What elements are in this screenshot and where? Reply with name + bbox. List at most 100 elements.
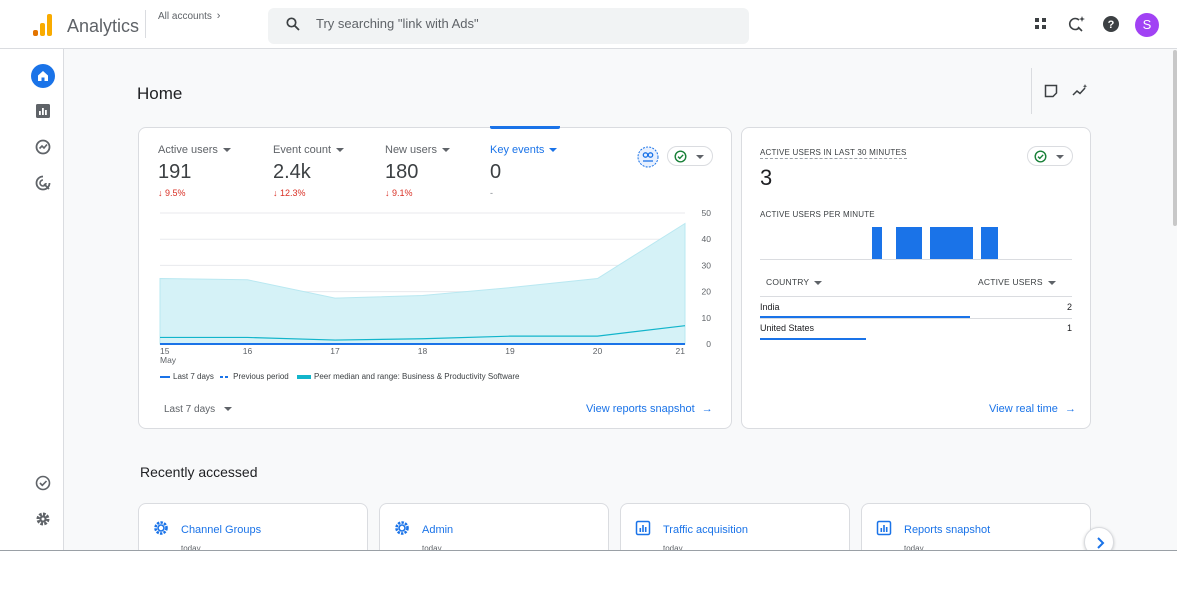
recent-item-admin[interactable]: Admin today xyxy=(379,503,609,551)
per-minute-bar[interactable] xyxy=(981,227,998,259)
view-reports-snapshot-link[interactable]: View reports snapshot → xyxy=(586,403,713,415)
view-real-time-link[interactable]: View real time → xyxy=(989,403,1076,415)
x-tick-label: 16 xyxy=(243,346,253,356)
metric-delta: ↓ 9.1% xyxy=(385,188,413,198)
recent-item-when: today xyxy=(181,544,201,551)
metric-active-users[interactable]: Active users 191 ↓ 9.5% xyxy=(158,144,231,198)
metric-label: Active users xyxy=(158,144,218,156)
caret-down-icon xyxy=(696,155,704,159)
column-country[interactable]: COUNTRY xyxy=(766,277,823,287)
check-circle-icon xyxy=(1034,150,1047,163)
per-minute-baseline xyxy=(760,259,1072,260)
real-time-link-label: View real time xyxy=(989,403,1058,415)
x-tick-label: 18 xyxy=(418,346,428,356)
search-input[interactable]: Try searching "link with Ads" xyxy=(316,16,479,31)
recent-item-name: Channel Groups xyxy=(181,524,262,536)
avatar[interactable]: S xyxy=(1135,13,1159,37)
arrow-right-icon: → xyxy=(1064,403,1076,415)
caret-down-icon xyxy=(336,148,345,153)
legend-swatch-band xyxy=(296,374,311,379)
metric-value: 191 xyxy=(158,161,192,183)
metric-value: 0 xyxy=(490,161,502,183)
search-icon xyxy=(286,17,300,31)
analytics-app: Analytics All accounts › Try searching "… xyxy=(0,0,1177,551)
page-scrollbar[interactable] xyxy=(1173,50,1177,226)
recent-item-traffic-acquisition[interactable]: Traffic acquisition today xyxy=(620,503,850,551)
overview-status-dropdown[interactable] xyxy=(667,146,713,166)
x-tick-label: 21 xyxy=(676,346,686,356)
per-minute-bar[interactable] xyxy=(896,227,922,259)
per-minute-bar[interactable] xyxy=(872,227,882,259)
apps-icon[interactable] xyxy=(1032,15,1050,33)
recent-item-reports-snapshot[interactable]: Reports snapshot today xyxy=(861,503,1091,550)
accounts-selector[interactable]: All accounts › xyxy=(158,10,220,22)
header-actions-divider xyxy=(1031,68,1032,114)
chevron-right-icon xyxy=(1097,537,1105,549)
realtime-title-text: ACTIVE USERS IN LAST 30 MINUTES xyxy=(760,148,907,159)
metric-key-events[interactable]: Key events 0 - xyxy=(490,144,558,198)
metric-delta: ↓ 12.3% xyxy=(273,188,306,198)
recent-item-when: today xyxy=(422,544,442,551)
x-axis-month-label: May xyxy=(160,355,177,365)
header-divider xyxy=(145,10,146,38)
table-row[interactable]: United States 1 xyxy=(760,323,1072,333)
page-title: Home xyxy=(137,84,183,103)
column-users-label: ACTIVE USERS xyxy=(978,277,1043,287)
snapshot-link-label: View reports snapshot xyxy=(586,403,695,415)
home-icon xyxy=(38,71,48,81)
legend-previous: Previous period xyxy=(233,372,289,381)
carousel-next-button[interactable] xyxy=(1084,527,1114,550)
admin-check-icon[interactable] xyxy=(32,472,54,494)
metric-delta: ↓ 9.5% xyxy=(158,188,186,198)
x-tick-label: 17 xyxy=(330,346,340,356)
y-tick-label: 10 xyxy=(702,313,712,323)
date-range-label: Last 7 days xyxy=(164,404,216,415)
reports-icon[interactable] xyxy=(32,100,54,122)
caret-down-icon xyxy=(1056,155,1064,159)
x-tick-label: 20 xyxy=(593,346,603,356)
legend-swatch-dashed xyxy=(220,375,231,378)
insights-icon[interactable] xyxy=(1072,83,1088,99)
recent-item-channel-groups[interactable]: Channel Groups today xyxy=(138,503,368,551)
top-bar: Analytics All accounts › Try searching "… xyxy=(0,0,1177,49)
nav-home-button[interactable] xyxy=(31,64,55,88)
row-users: 1 xyxy=(1066,323,1072,333)
realtime-value: 3 xyxy=(760,165,773,190)
recently-accessed-title: Recently accessed xyxy=(140,464,258,480)
metric-value: 180 xyxy=(385,161,419,183)
metric-value: 2.4k xyxy=(273,161,311,183)
help-icon[interactable]: ? xyxy=(1102,15,1120,33)
column-active-users[interactable]: ACTIVE USERS xyxy=(978,277,1056,287)
gear-icon xyxy=(395,521,409,535)
date-range-dropdown[interactable]: Last 7 days xyxy=(164,404,233,415)
realtime-status-dropdown[interactable] xyxy=(1027,146,1073,166)
row-share-bar xyxy=(760,338,866,340)
check-circle-icon xyxy=(674,150,687,163)
table-divider xyxy=(760,296,1072,297)
search-insights-icon[interactable] xyxy=(1068,15,1086,33)
arrow-right-icon: → xyxy=(701,403,713,415)
metric-event-count[interactable]: Event count 2.4k ↓ 12.3% xyxy=(273,144,345,198)
peer-range-band xyxy=(159,222,686,345)
caret-down-icon xyxy=(441,148,450,153)
recent-item-when: today xyxy=(663,544,683,551)
advertising-icon[interactable] xyxy=(32,172,54,194)
realtime-title: ACTIVE USERS IN LAST 30 MINUTES xyxy=(760,148,907,159)
metric-new-users[interactable]: New users 180 ↓ 9.1% xyxy=(385,144,450,198)
recent-item-name: Reports snapshot xyxy=(904,524,991,536)
per-minute-label: ACTIVE USERS PER MINUTE xyxy=(760,210,875,219)
settings-gear-icon[interactable] xyxy=(32,508,54,530)
table-row[interactable]: India 2 xyxy=(760,302,1072,312)
per-minute-bar[interactable] xyxy=(930,227,973,259)
accounts-label: All accounts xyxy=(158,11,212,22)
note-icon[interactable] xyxy=(1043,83,1059,99)
table-divider xyxy=(760,318,1072,319)
caret-down-icon xyxy=(549,148,558,153)
overview-chart[interactable]: 0102030405015 16 17 18 19 20 21May xyxy=(150,200,720,365)
explore-icon[interactable] xyxy=(32,136,54,158)
chevron-right-icon: › xyxy=(216,10,221,22)
metric-label: New users xyxy=(385,144,437,156)
benchmark-icon[interactable] xyxy=(637,146,659,168)
analytics-logo[interactable] xyxy=(33,14,53,36)
y-tick-label: 0 xyxy=(706,339,711,349)
